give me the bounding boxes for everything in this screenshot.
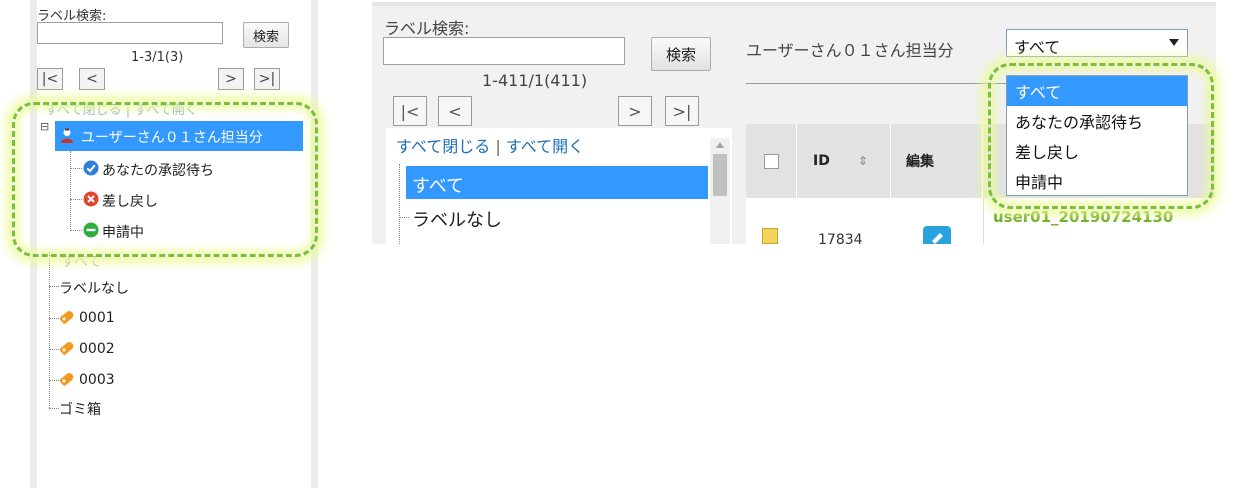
edit-icon[interactable] [923, 226, 951, 244]
lock-icon [762, 228, 778, 244]
select-all-checkbox[interactable] [763, 153, 779, 169]
expand-all-link[interactable]: すべて開く [506, 137, 584, 156]
scrollbar-thumb[interactable] [713, 154, 727, 196]
tree-connector [399, 164, 400, 244]
tree-item-all-selected[interactable]: すべて [406, 166, 708, 199]
filter-label: ユーザーさん０１さん担当分 [746, 41, 954, 60]
label-search-input[interactable] [383, 37, 625, 65]
column-header-edit[interactable]: 編集 [891, 124, 983, 198]
tree-connector [399, 217, 409, 218]
next-page-button[interactable]: > [618, 96, 652, 126]
tag-icon [59, 340, 75, 356]
tree-connector [49, 380, 59, 381]
next-page-button[interactable]: > [218, 68, 244, 90]
sort-icon: ⇕ [857, 154, 868, 168]
filter-select[interactable]: すべて [1006, 29, 1188, 57]
tree-connector [49, 408, 59, 409]
collapse-all-link[interactable]: すべて閉じる [396, 137, 490, 156]
first-page-button[interactable]: |< [37, 68, 63, 90]
chevron-down-icon [1169, 39, 1179, 46]
page-info: 1-411/1(411) [482, 71, 588, 90]
column-header-label: 編集 [906, 154, 934, 170]
filter-select-value: すべて [1014, 38, 1061, 57]
column-header-label: ID [813, 153, 830, 169]
tree-connector [49, 286, 59, 287]
column-header-id[interactable]: ID ⇕ [797, 124, 891, 198]
tree-connector [49, 349, 59, 350]
page-info: 1-3/1(3) [131, 50, 184, 65]
scroll-up-arrow-icon[interactable] [716, 142, 724, 148]
last-page-button[interactable]: >| [254, 68, 280, 90]
tree-connector [49, 252, 50, 408]
separator: | [495, 137, 501, 156]
row-id: 17834 [818, 232, 863, 244]
last-page-button[interactable]: >| [665, 96, 699, 126]
first-page-button[interactable]: |< [393, 96, 427, 126]
tree-connector [49, 318, 59, 319]
highlight-frame-left [12, 102, 318, 257]
label-search-button[interactable]: 検索 [651, 37, 711, 71]
tag-icon [59, 371, 75, 387]
tree-item-no-label[interactable]: ラベルなし [59, 278, 129, 298]
tree-item-trash[interactable]: ゴミ箱 [59, 399, 101, 419]
select-all-checkbox-cell [746, 124, 797, 198]
tree-item-label: 0001 [79, 310, 115, 326]
label-search-button[interactable]: 検索 [243, 22, 289, 48]
tree-item-label: 0003 [79, 372, 115, 388]
tree-scrollbar[interactable] [710, 138, 730, 244]
tree-item-no-label[interactable]: ラベルなし [412, 206, 502, 232]
collapse-expand-links: すべて閉じる | すべて開く [396, 133, 584, 157]
label-search-caption: ラベル検索: [384, 19, 470, 38]
prev-page-button[interactable]: < [79, 68, 105, 90]
tree-item-label: 0002 [79, 341, 115, 357]
tree-item-label: すべて [412, 176, 465, 197]
row-title-link[interactable]: user01_20190724130 [993, 208, 1173, 226]
tag-icon [59, 309, 75, 325]
column-divider [983, 198, 984, 244]
prev-page-button[interactable]: < [438, 96, 472, 126]
label-search-input[interactable] [37, 22, 223, 44]
highlight-frame-right [988, 63, 1214, 209]
